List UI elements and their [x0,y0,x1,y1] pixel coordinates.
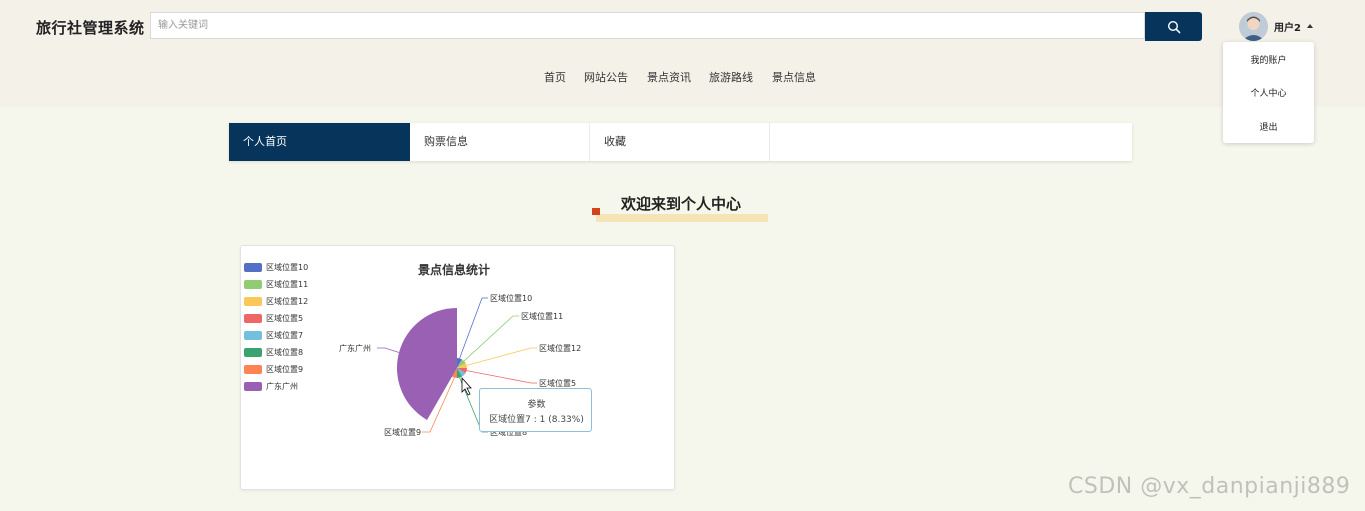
pie-slice-label: 区域位置12 [539,343,581,353]
tooltip-text: 区域位置7 : 1 (8.33%) [489,415,584,425]
pie-label-line [463,315,519,362]
pie-slice[interactable] [397,308,457,420]
pie-slice-label: 区域位置5 [539,378,576,388]
pie-slice-label: 广东广州 [339,343,371,353]
pie-slice-label: 区域位置10 [490,293,532,303]
pie-slice-label: 区域位置11 [521,311,563,321]
pie-slice-label: 区域位置9 [384,427,421,437]
pie-label-line [466,347,537,366]
chart-tooltip: 参数 区域位置7 : 1 (8.33%) [479,388,592,432]
pie-label-line [466,370,537,384]
watermark: CSDN @vx_danpianji889 [1068,474,1351,499]
tooltip-title: 参数 [527,400,546,410]
pie-chart: 区域位置10区域位置11区域位置12区域位置5区域位置8区域位置9广东广州 [339,293,581,437]
pie-label-line [459,297,488,359]
pie-label-line [377,347,400,353]
